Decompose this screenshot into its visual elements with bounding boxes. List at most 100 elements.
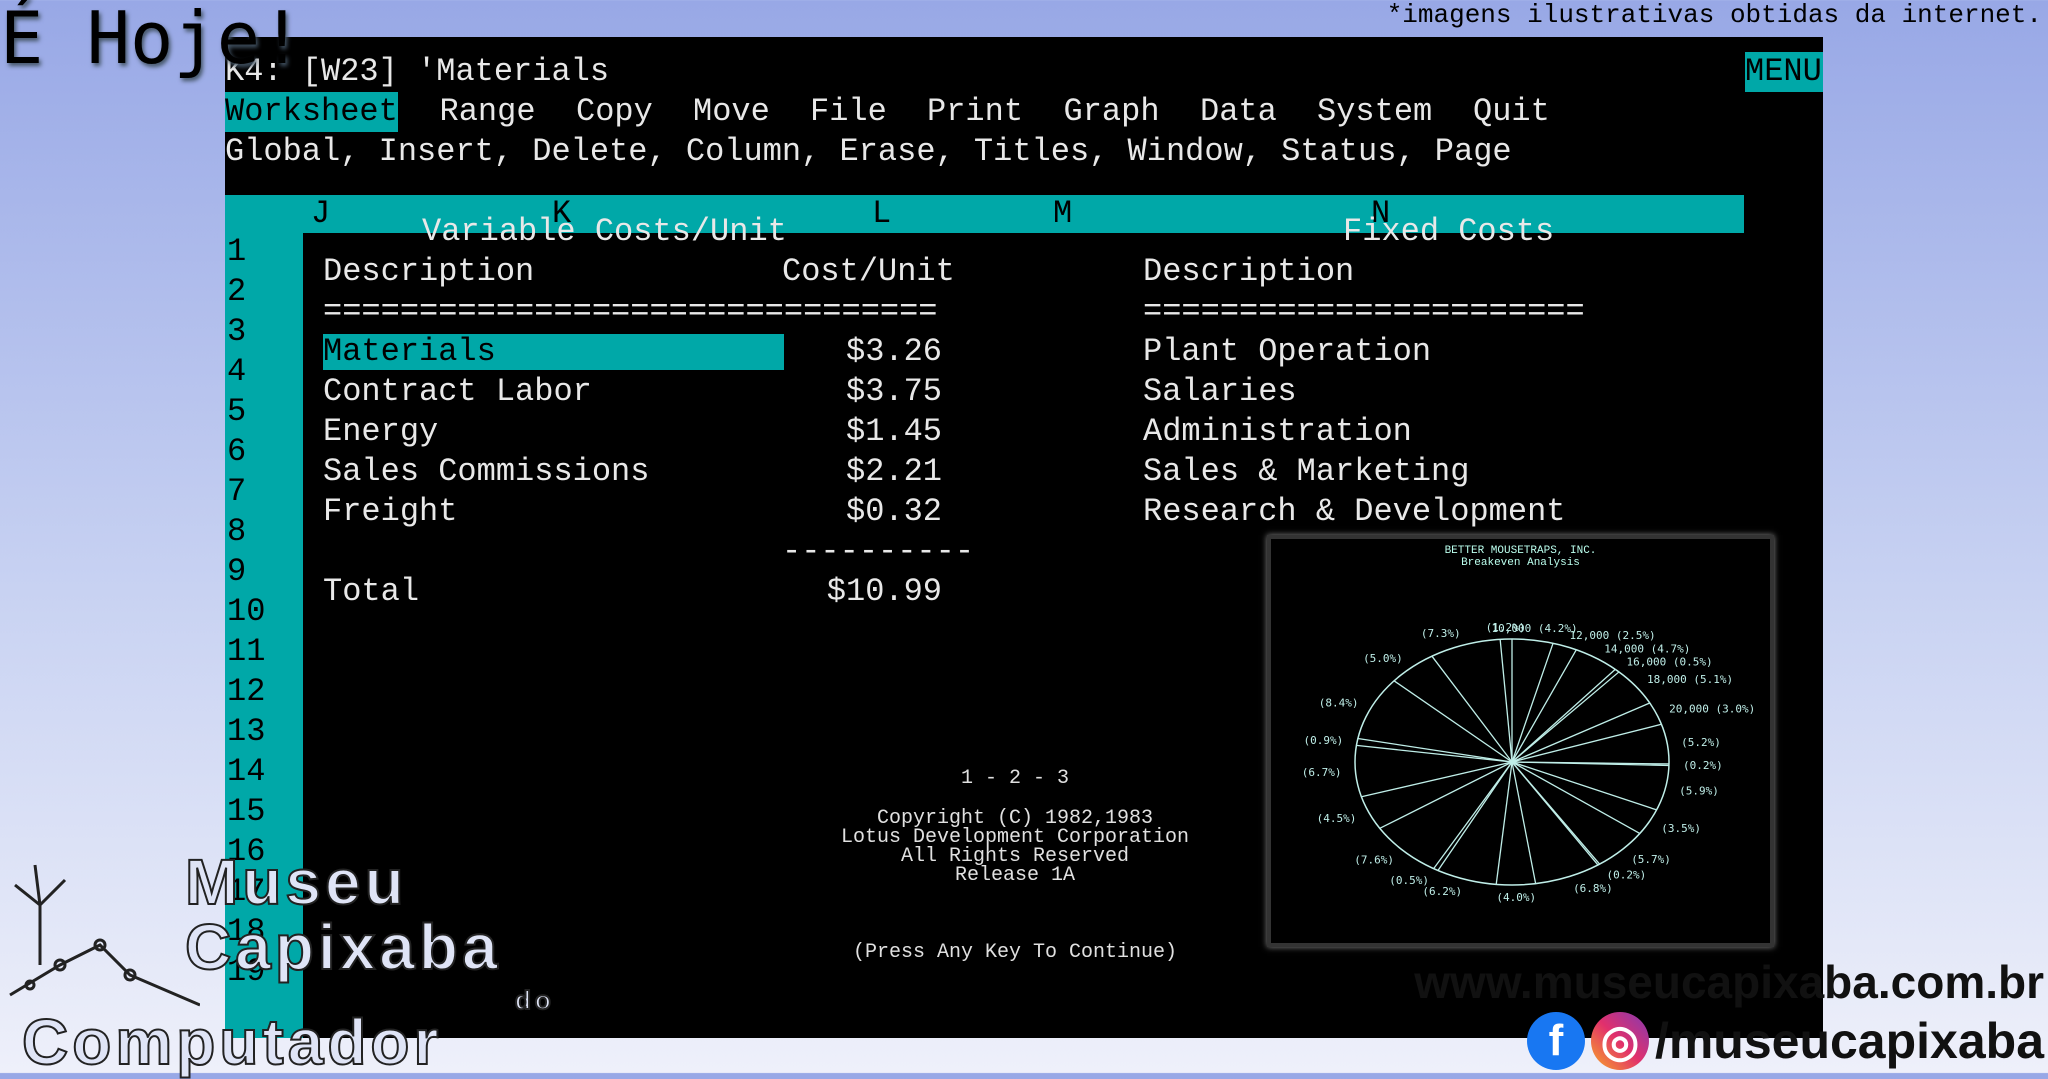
pie-slice-label: 12,000 (2.5%) [1570, 629, 1656, 642]
fixed-cost-desc[interactable]: Sales & Marketing [1143, 452, 1469, 492]
fixed-cost-desc[interactable]: Plant Operation [1143, 332, 1431, 372]
pie-slice-edge [1379, 761, 1513, 829]
menu-item-data[interactable]: Data [1200, 92, 1277, 132]
row-header[interactable]: 2 [225, 272, 303, 312]
total-label: Total [323, 573, 420, 610]
pie-slice-edge [1437, 761, 1513, 871]
museum-logo: Museu Capixaba do Computador [0, 845, 640, 1079]
pie-slice-label: 18,000 (5.1%) [1647, 673, 1733, 686]
fixed-costs-title: Fixed Costs [1343, 213, 1555, 250]
row-header[interactable]: 3 [225, 312, 303, 352]
description-header: Description [323, 253, 535, 290]
variable-cost-desc[interactable]: Materials [323, 332, 496, 372]
row-header[interactable]: 10 [225, 592, 303, 632]
fixed-cost-desc[interactable]: Administration [1143, 412, 1412, 452]
row-header[interactable]: 15 [225, 792, 303, 832]
variable-cost-desc[interactable]: Freight [323, 492, 457, 532]
row-header[interactable]: 11 [225, 632, 303, 672]
pie-slice-label: 14,000 (4.7%) [1604, 642, 1690, 655]
variable-cost-value[interactable]: $2.21 [742, 452, 942, 492]
pie-slice-edge [1393, 680, 1513, 763]
logo-line3: do [514, 984, 555, 1016]
variable-cost-desc[interactable]: Contract Labor [323, 372, 592, 412]
menu-item-move[interactable]: Move [693, 92, 770, 132]
variable-cost-value[interactable]: $3.75 [742, 372, 942, 412]
row-header[interactable]: 9 [225, 552, 303, 592]
row-header[interactable]: 13 [225, 712, 303, 752]
pie-slice-label: (6.2%) [1422, 885, 1462, 898]
overlay-note: *imagens ilustrativas obtidas da interne… [1386, 0, 2042, 30]
pie-slice-label: (5.0%) [1363, 652, 1403, 665]
cost-unit-header: Cost/Unit [782, 253, 955, 290]
social-handle-text: /museucapixaba [1654, 1013, 2044, 1069]
row-header[interactable]: 8 [225, 512, 303, 552]
menu-item-graph[interactable]: Graph [1064, 92, 1160, 132]
pie-slice-label: (5.2%) [1681, 736, 1721, 749]
pie-slice-label: (1.2%) [1486, 621, 1526, 634]
pie-slice-label: (0.5%) [1389, 874, 1429, 887]
logo-line2: Capixaba [184, 910, 502, 984]
menu-item-worksheet[interactable]: Worksheet [225, 92, 398, 132]
social-handle[interactable]: f ◎ /museucapixaba [1526, 1012, 2044, 1070]
pie-slice-label: (5.9%) [1679, 785, 1719, 798]
variable-costs-title: Variable Costs/Unit [422, 213, 787, 250]
column-header-l[interactable]: L [872, 195, 891, 233]
version-text: 1 - 2 - 3 [960, 767, 1070, 790]
row-header[interactable]: 7 [225, 472, 303, 512]
website-link[interactable]: www.museucapixaba.com.br [1414, 955, 2044, 1009]
row-header[interactable]: 12 [225, 672, 303, 712]
column-header-m[interactable]: M [1053, 195, 1072, 233]
row-header[interactable]: 6 [225, 432, 303, 472]
instagram-icon[interactable]: ◎ [1590, 1012, 1649, 1070]
tree-circuit-icon [9, 864, 200, 1007]
pie-slice-edge [1361, 761, 1513, 798]
variable-cost-value[interactable]: $0.32 [742, 492, 942, 532]
pie-slice-label: 16,000 (0.5%) [1626, 656, 1712, 669]
pie-slice-edge [1511, 761, 1599, 866]
column-header-j[interactable]: J [311, 195, 330, 233]
pie-chart-panel: BETTER MOUSETRAPS, INC. Breakeven Analys… [1267, 535, 1774, 947]
row-header[interactable]: 4 [225, 352, 303, 392]
variable-cost-value[interactable]: $1.45 [742, 412, 942, 452]
logo-line1: Museu [184, 845, 408, 919]
fixed-description-header: Description [1143, 253, 1355, 290]
variable-cost-value[interactable]: $3.26 [742, 332, 942, 372]
row-header[interactable]: 1 [225, 232, 303, 272]
pie-slice-label: (4.0%) [1496, 891, 1536, 904]
menu-item-quit[interactable]: Quit [1473, 92, 1550, 132]
fixed-cost-desc[interactable]: Salaries [1143, 372, 1297, 412]
total-separator: ---------- [782, 533, 975, 570]
pie-slice-edge [1356, 744, 1513, 763]
separator: ================================ [323, 293, 938, 330]
menu-item-copy[interactable]: Copy [576, 92, 653, 132]
pie-slice-label: (3.5%) [1661, 822, 1701, 835]
menu-item-print[interactable]: Print [927, 92, 1023, 132]
pie-slice-label: (6.7%) [1302, 766, 1342, 779]
pie-slice-label: (0.2%) [1683, 759, 1723, 772]
fixed-cost-desc[interactable]: Research & Development [1143, 492, 1565, 532]
pie-chart: 10,000 (4.2%)12,000 (2.5%)14,000 (4.7%)1… [1302, 621, 1755, 904]
press-key-prompt[interactable]: (Press Any Key To Continue) [715, 943, 1315, 963]
total-value: $10.99 [826, 573, 942, 610]
mode-indicator: MENU [1745, 52, 1823, 92]
variable-cost-desc[interactable]: Energy [323, 412, 438, 452]
menu-item-file[interactable]: File [810, 92, 887, 132]
row-header[interactable]: 14 [225, 752, 303, 792]
overlay-title: É Hoje! [0, 0, 304, 80]
menu-item-system[interactable]: System [1317, 92, 1432, 132]
variable-cost-desc[interactable]: Sales Commissions [323, 452, 649, 492]
pie-slice-label: (0.9%) [1304, 734, 1344, 747]
release-text: Release 1A [954, 864, 1076, 887]
pie-slice-label: (7.6%) [1354, 854, 1394, 867]
menu-item-range[interactable]: Range [440, 92, 536, 132]
pie-slice-label: (7.3%) [1421, 627, 1461, 640]
pie-slice-edge [1499, 639, 1513, 763]
row-header[interactable]: 5 [225, 392, 303, 432]
pie-slice-label: (4.5%) [1317, 812, 1357, 825]
pie-slice-edge [1511, 761, 1537, 884]
logo-line4: Computador [21, 1005, 443, 1079]
pie-slice-label: (8.4%) [1319, 696, 1359, 709]
pie-slice-edge [1357, 737, 1513, 763]
facebook-icon[interactable]: f [1526, 1012, 1585, 1070]
pie-slice-label: (5.7%) [1631, 853, 1671, 866]
